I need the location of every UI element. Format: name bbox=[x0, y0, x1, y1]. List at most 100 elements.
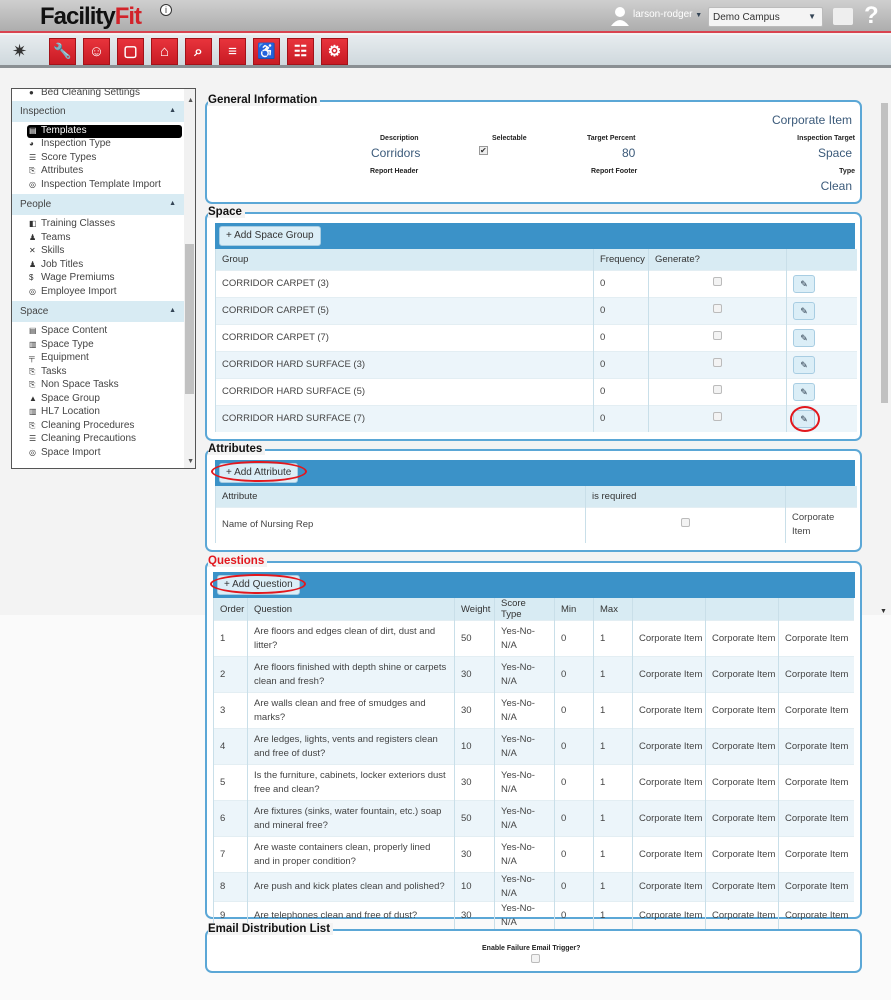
house-icon[interactable]: ⌂ bbox=[151, 38, 178, 65]
table-row[interactable]: 3 Are walls clean and free of smudges and… bbox=[213, 692, 854, 729]
edit-button[interactable]: ✎ bbox=[793, 382, 815, 401]
menu-item-icon: ▲ bbox=[29, 393, 37, 403]
compass-icon[interactable]: ✷ bbox=[12, 41, 27, 62]
generate-checkbox[interactable] bbox=[713, 303, 722, 313]
sidebar-item-templates[interactable]: ▤ Templates bbox=[27, 124, 182, 138]
table-row[interactable]: 2 Are floors finished with depth shine or… bbox=[213, 656, 854, 693]
user-icon[interactable] bbox=[610, 6, 630, 26]
space-panel: Space + Add Space Group Group Frequency Ge… bbox=[205, 206, 862, 441]
sidebar-item-cleaning-procedures[interactable]: ⎘ Cleaning Procedures bbox=[12, 420, 184, 434]
column-header: Min bbox=[554, 598, 594, 621]
username-dropdown[interactable]: larson-rodger ▼ bbox=[633, 9, 702, 20]
sidebar-item-space-group[interactable]: ▲ Space Group bbox=[12, 393, 184, 407]
email-trigger-checkbox[interactable] bbox=[531, 954, 540, 963]
sidebar-item-attributes[interactable]: ⎘ Attributes bbox=[12, 165, 184, 179]
generate-checkbox[interactable] bbox=[713, 276, 722, 286]
sidebar-item-space-type[interactable]: ▥ Space Type bbox=[12, 339, 184, 353]
generate-checkbox[interactable] bbox=[713, 357, 722, 367]
help-icon[interactable]: ? bbox=[864, 2, 879, 30]
sidebar-item-space-content[interactable]: ▤ Space Content bbox=[12, 325, 184, 339]
sidebar-item-wage-premiums[interactable]: $ Wage Premiums bbox=[12, 272, 184, 286]
sidebar-item-skills[interactable]: ✕ Skills bbox=[12, 245, 184, 259]
corporate-item-label: Corporate Item bbox=[771, 113, 852, 127]
add-space-group-button[interactable]: + Add Space Group bbox=[219, 226, 321, 246]
sidebar-item-inspection-type[interactable]: ◕ Inspection Type bbox=[12, 138, 184, 152]
sidebar-item-inspection-template-import[interactable]: ◎ Inspection Template Import bbox=[12, 179, 184, 193]
monitor-icon[interactable]: ▢ bbox=[117, 38, 144, 65]
sidebar-section-people[interactable]: People ▲ bbox=[12, 194, 184, 215]
sidebar-item-training-classes[interactable]: ◧ Training Classes bbox=[12, 218, 184, 232]
sidebar-section-inspection[interactable]: Inspection ▲ bbox=[12, 100, 184, 122]
edit-button[interactable]: ✎ bbox=[793, 328, 815, 347]
sidebar-item-non-space-tasks[interactable]: ⎘ Non Space Tasks bbox=[12, 379, 184, 393]
sidebar-section-space[interactable]: Space ▲ bbox=[12, 301, 184, 322]
sidebar-item-hl7-location[interactable]: ▥ HL7 Location bbox=[12, 406, 184, 420]
sidebar-scrollbar[interactable]: ▲ ▼ bbox=[184, 89, 195, 468]
sidebar-item-tasks[interactable]: ⎘ Tasks bbox=[12, 366, 184, 380]
person-icon[interactable]: ☺ bbox=[83, 38, 110, 65]
edit-button[interactable]: ✎ bbox=[793, 301, 815, 320]
weight: 30 bbox=[454, 692, 495, 729]
corporate-item: Corporate Item bbox=[778, 764, 854, 801]
questions-toolbar: + Add Question bbox=[213, 572, 855, 598]
page-scrollbar[interactable]: ▼ bbox=[880, 95, 889, 615]
general-information-panel: General Information Corporate Item Descr… bbox=[205, 94, 862, 204]
table-row[interactable]: 8 Are push and kick plates clean and poli… bbox=[213, 872, 854, 902]
search-icon[interactable]: ⌕ bbox=[185, 38, 212, 65]
edit-cell: ✎ bbox=[786, 350, 857, 378]
sidebar-item-cleaning-precautions[interactable]: ☰ Cleaning Precautions bbox=[12, 433, 184, 447]
edit-button[interactable]: ✎ bbox=[793, 355, 815, 374]
chevron-up-icon[interactable]: ▲ bbox=[169, 107, 176, 114]
column-header: Weight bbox=[454, 598, 495, 621]
corporate-item: Corporate Item bbox=[778, 901, 854, 930]
chat-icon[interactable] bbox=[833, 8, 853, 25]
document-icon[interactable]: ☷ bbox=[287, 38, 314, 65]
sidebar-item-job-titles[interactable]: ♟ Job Titles bbox=[12, 259, 184, 273]
scrollbar-thumb[interactable] bbox=[881, 103, 888, 403]
bed-icon[interactable]: ≡ bbox=[219, 38, 246, 65]
table-row[interactable]: 7 Are waste containers clean, properly li… bbox=[213, 836, 854, 873]
question: Are floors finished with depth shine or … bbox=[247, 656, 455, 693]
button-label: Add Space Group bbox=[234, 230, 314, 241]
weight: 30 bbox=[454, 656, 495, 693]
info-icon[interactable]: i bbox=[160, 4, 172, 16]
generate-checkbox[interactable] bbox=[713, 411, 722, 421]
sidebar-item-score-types[interactable]: ☰ Score Types bbox=[12, 152, 184, 166]
group-name: CORRIDOR HARD SURFACE (7) bbox=[215, 404, 594, 432]
sidebar-item-teams[interactable]: ♟ Teams bbox=[12, 232, 184, 246]
menu-item-icon: ♟ bbox=[29, 259, 37, 269]
sidebar-item-equipment[interactable]: ╤ Equipment bbox=[12, 352, 184, 366]
order: 8 bbox=[213, 872, 248, 902]
generate-checkbox[interactable] bbox=[713, 384, 722, 394]
scroll-up-icon[interactable]: ▲ bbox=[187, 97, 194, 104]
sidebar-item-bed-cleaning-settings[interactable]: ● Bed Cleaning Settings bbox=[12, 89, 184, 101]
facilityfit-logo[interactable]: FacilityFit bbox=[40, 3, 142, 31]
scroll-down-icon[interactable]: ▼ bbox=[880, 608, 887, 615]
table-row[interactable]: 4 Are ledges, lights, vents and registers… bbox=[213, 728, 854, 765]
chevron-up-icon[interactable]: ▲ bbox=[169, 307, 176, 314]
sidebar-item-employee-import[interactable]: ◎ Employee Import bbox=[12, 286, 184, 300]
frequency: 0 bbox=[593, 404, 649, 432]
scrollbar-thumb[interactable] bbox=[185, 244, 194, 394]
sidebar-item-label: Equipment bbox=[41, 352, 89, 363]
generate-checkbox[interactable] bbox=[713, 330, 722, 340]
edit-button[interactable]: ✎ bbox=[793, 274, 815, 293]
scroll-down-icon[interactable]: ▼ bbox=[187, 458, 194, 465]
table-row[interactable]: 1 Are floors and edges clean of dirt, dus… bbox=[213, 620, 854, 657]
wrench-icon[interactable]: 🔧 bbox=[49, 38, 76, 65]
attributes-table: Attribute is required Name of Nursing Rep C… bbox=[215, 486, 857, 543]
wheelchair-icon[interactable]: ♿ bbox=[253, 38, 280, 65]
table-row[interactable]: 6 Are fixtures (sinks, water fountain, et… bbox=[213, 800, 854, 837]
sidebar-item-space-import[interactable]: ◎ Space Import bbox=[12, 447, 184, 461]
required-checkbox[interactable] bbox=[681, 518, 690, 528]
column-header bbox=[632, 598, 706, 621]
gears-icon[interactable]: ⚙ bbox=[321, 38, 348, 65]
table-row: CORRIDOR CARPET (3) 0 ✎ bbox=[215, 269, 857, 297]
chevron-up-icon[interactable]: ▲ bbox=[169, 200, 176, 207]
selectable-checkbox[interactable]: ✔ bbox=[479, 146, 488, 155]
campus-select[interactable]: Demo Campus ▼ bbox=[708, 7, 823, 27]
table-row[interactable]: 5 Is the furniture, cabinets, locker exte… bbox=[213, 764, 854, 801]
corporate-item: Corporate Item bbox=[705, 872, 779, 902]
corporate-item: Corporate Item bbox=[632, 800, 706, 837]
corporate-item: Corporate Item bbox=[778, 728, 854, 765]
